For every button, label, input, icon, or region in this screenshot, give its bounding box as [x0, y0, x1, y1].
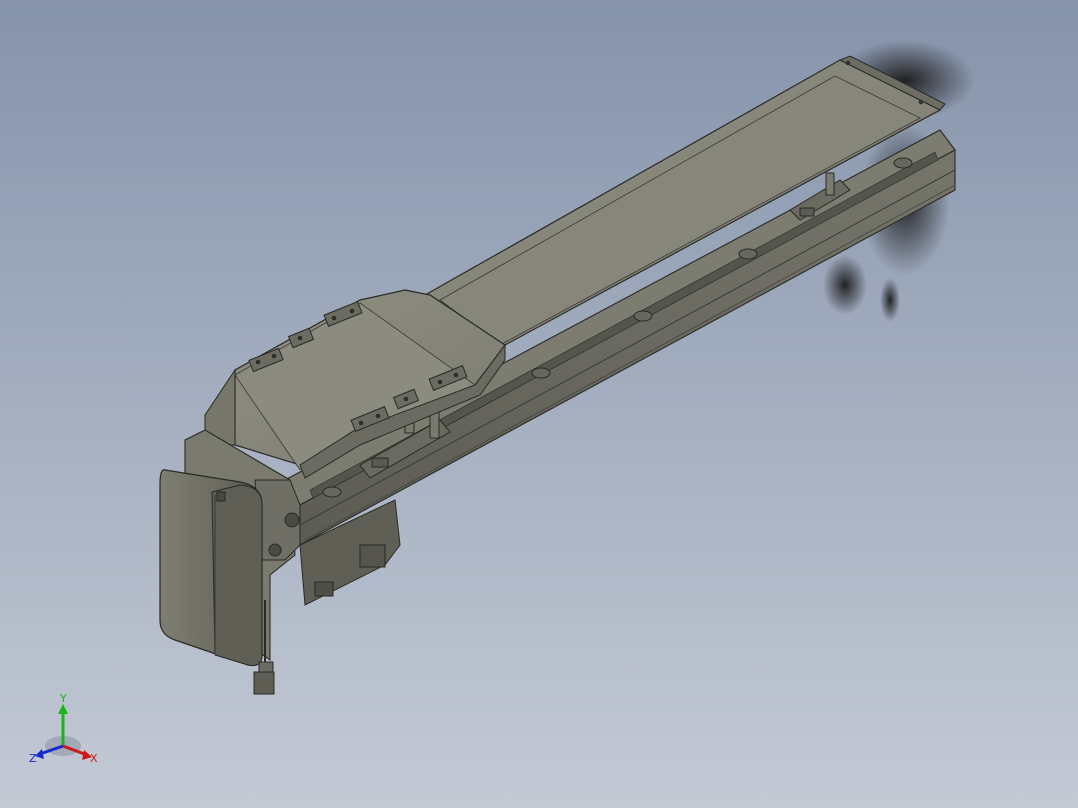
cad-viewport[interactable]: Y X Z [0, 0, 1078, 808]
x-axis-label: X [90, 752, 98, 765]
z-axis-label: Z [29, 752, 37, 765]
linear-actuator-model[interactable] [0, 0, 1078, 808]
y-axis-label: Y [59, 692, 67, 705]
motor-cover[interactable] [159, 469, 263, 667]
coordinate-triad[interactable]: Y X Z [20, 690, 110, 770]
y-axis-arrowhead [58, 704, 68, 714]
